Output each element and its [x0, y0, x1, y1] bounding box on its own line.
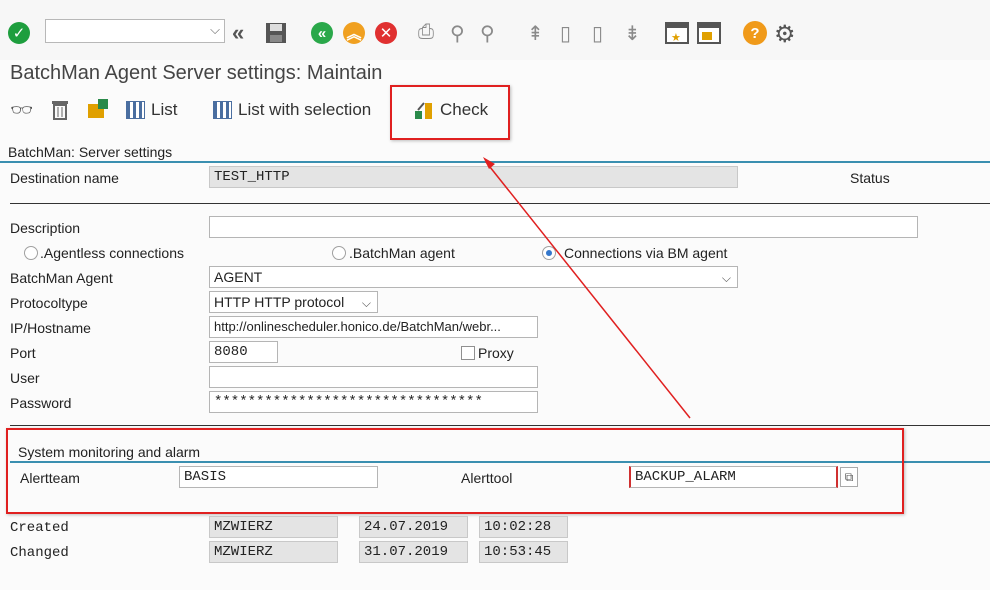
annotation-arrow — [483, 157, 691, 419]
